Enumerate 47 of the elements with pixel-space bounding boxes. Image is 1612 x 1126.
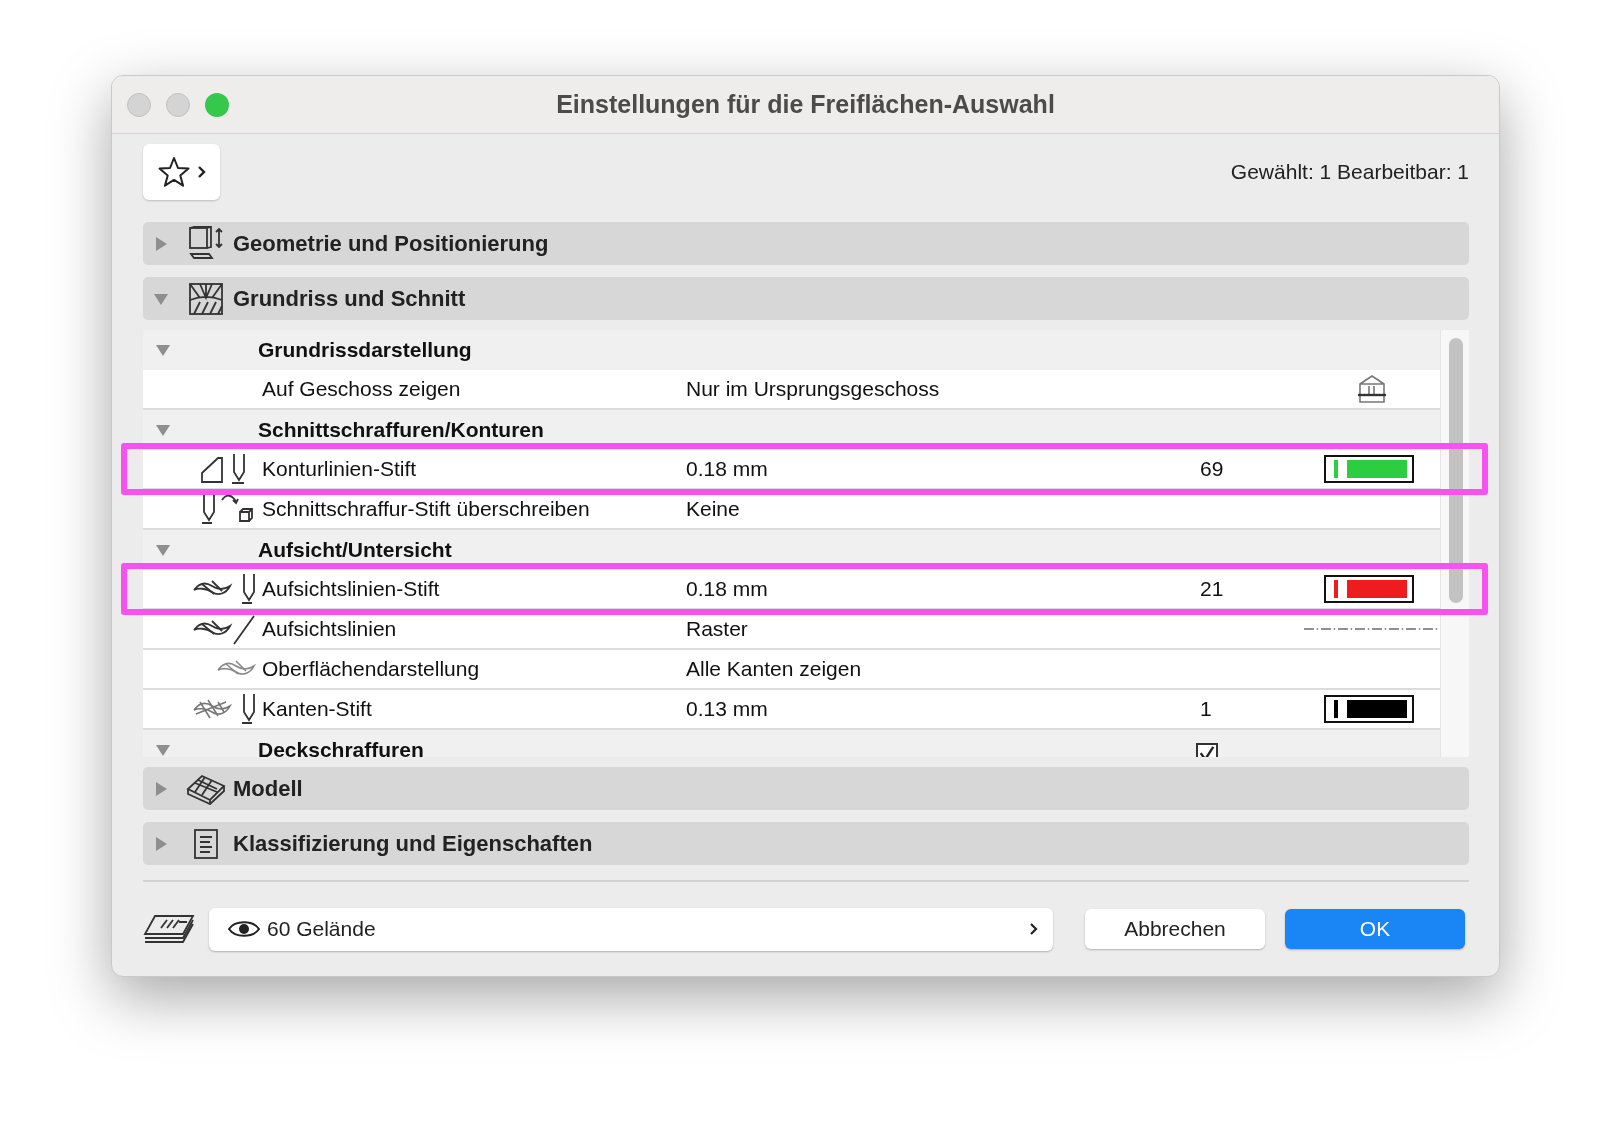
scrollbar-thumb[interactable]	[1449, 338, 1463, 603]
setting-value[interactable]: Keine	[686, 497, 1200, 521]
panel-header[interactable]: Grundriss und Schnitt	[143, 277, 1469, 320]
setting-label: Schnittschraffur-Stift überschreiben	[262, 497, 591, 521]
setting-value[interactable]: Alle Kanten zeigen	[686, 657, 1200, 681]
setting-value[interactable]: 0.18 mm	[686, 457, 1200, 481]
surface-pen-icon	[192, 572, 258, 606]
terrain-mesh-icon	[186, 772, 226, 805]
panel-header[interactable]: Modell	[143, 767, 1469, 810]
cube-icon	[187, 225, 225, 262]
floor-plan-icon	[188, 281, 224, 316]
eye-icon	[227, 918, 261, 940]
pen-color-swatch[interactable]	[1324, 695, 1414, 723]
cancel-button[interactable]: Abbrechen	[1085, 909, 1265, 949]
pen-color-swatch[interactable]	[1324, 455, 1414, 483]
chevron-icon	[196, 165, 207, 179]
layer-selector[interactable]: 60 Gelände	[209, 907, 1053, 951]
panel-header[interactable]: Klassifizierung und Eigenschaften	[143, 822, 1469, 865]
table-row[interactable]: Oberflächendarstellung Alle Kanten zeigen	[143, 650, 1440, 690]
setting-label: Konturlinien-Stift	[262, 457, 418, 481]
window-title: Einstellungen für die Freiflächen-Auswahl	[556, 90, 1055, 119]
setting-label: Aufsichtslinien	[262, 617, 398, 641]
ok-button[interactable]: OK	[1285, 909, 1465, 949]
layers-icon[interactable]	[143, 912, 195, 946]
pen-number[interactable]: 69	[1200, 457, 1224, 481]
setting-label: Aufsichtslinien-Stift	[262, 577, 441, 601]
chevron-icon	[1029, 922, 1039, 936]
star-icon	[156, 155, 191, 189]
setting-value[interactable]: Nur im Ursprungsgeschoss	[686, 377, 1200, 401]
document-icon	[193, 828, 219, 859]
setting-value[interactable]: 0.18 mm	[686, 577, 1200, 601]
dash-dot-line[interactable]	[1304, 625, 1440, 633]
building-icon	[1357, 374, 1387, 404]
pen-color-swatch[interactable]	[1324, 575, 1414, 603]
setting-label: Oberflächendarstellung	[262, 657, 481, 681]
selection-count: Gewählt: 1 Bearbeitbar: 1	[1230, 160, 1469, 184]
table-row[interactable]: Kanten-Stift 0.13 mm 1	[143, 690, 1440, 730]
surface-edge-pen-icon	[192, 692, 258, 726]
panel-header[interactable]: Geometrie und Positionierung	[143, 222, 1469, 265]
setting-value[interactable]: 0.13 mm	[686, 697, 1200, 721]
favorites-button[interactable]	[143, 144, 220, 200]
setting-label: Auf Geschoss zeigen	[262, 377, 462, 401]
pen-number[interactable]: 1	[1200, 697, 1212, 721]
table-row[interactable]: Auf Geschoss zeigen Nur im Ursprungsgeschoss	[143, 370, 1440, 410]
setting-label: Kanten-Stift	[262, 697, 373, 721]
pen-number[interactable]: 21	[1200, 577, 1224, 601]
setting-value[interactable]: Raster	[686, 617, 1200, 641]
